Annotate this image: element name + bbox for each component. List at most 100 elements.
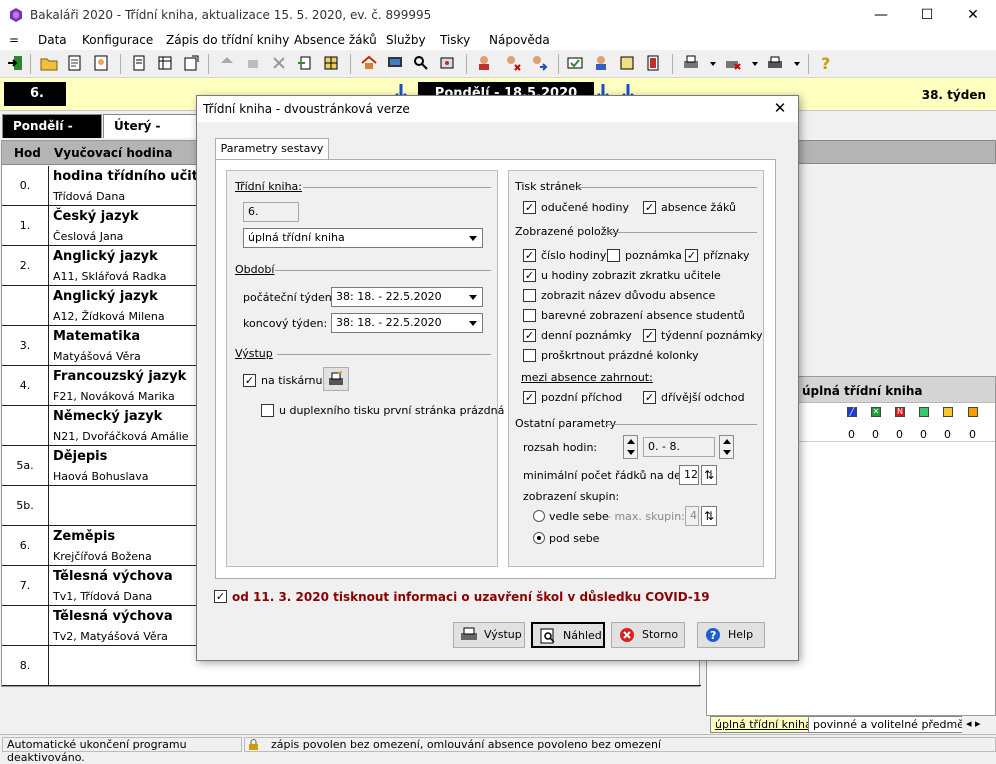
- vedle-sebe-radio[interactable]: [533, 510, 545, 522]
- help-question-icon[interactable]: ?: [816, 54, 834, 72]
- notes-icon[interactable]: [618, 54, 636, 72]
- min-radku-updown-icon[interactable]: ⇅: [701, 465, 717, 485]
- menu-sluzby[interactable]: Služby: [386, 33, 426, 47]
- pod-sebe-radio[interactable]: [533, 532, 545, 544]
- lesson-subject: Anglický jazyk: [53, 249, 158, 264]
- menu-napoveda[interactable]: Nápověda: [489, 33, 550, 47]
- lesson-number: [2, 286, 49, 326]
- close-window-button[interactable]: ✕: [950, 0, 996, 31]
- document-edit-icon[interactable]: [66, 54, 84, 72]
- min-radku-field[interactable]: 12: [679, 465, 699, 485]
- lesson-teacher: A12, Žídková Milena: [53, 310, 165, 323]
- rozsah-to-spinner[interactable]: [719, 435, 734, 459]
- menu-absence[interactable]: Absence žáků: [294, 33, 377, 47]
- book-type-select[interactable]: úplná třídní kniha: [243, 228, 483, 248]
- schedule-icon[interactable]: [156, 54, 174, 72]
- tab-monday[interactable]: Pondělí - 18.5.: [2, 114, 102, 155]
- proskrtnout-checkbox[interactable]: [523, 349, 536, 362]
- priznaky-checkbox[interactable]: ✓: [685, 249, 698, 262]
- lesson-number: 5b.: [2, 486, 49, 526]
- absence-checkbox[interactable]: ✓: [643, 201, 656, 214]
- duplex-checkbox[interactable]: [261, 404, 274, 417]
- absence-count: 0: [920, 428, 927, 441]
- tab-povinne-predmety[interactable]: povinné a volitelné předměty: [808, 716, 980, 733]
- open-folder-icon[interactable]: [40, 54, 58, 72]
- maximize-button[interactable]: ☐: [904, 0, 950, 31]
- svg-text:?: ?: [821, 54, 830, 72]
- denni-checkbox[interactable]: ✓: [523, 329, 536, 342]
- menu-zapis[interactable]: Zápis do třídní knihy: [166, 33, 289, 47]
- search-person-icon[interactable]: [412, 54, 430, 72]
- printer-checkbox[interactable]: ✓: [243, 374, 256, 387]
- minimize-button[interactable]: —: [858, 0, 904, 31]
- exit-icon[interactable]: [6, 54, 24, 72]
- class-badge[interactable]: 6.: [4, 82, 66, 106]
- print-delete-icon[interactable]: [724, 54, 742, 72]
- dialog-title: Třídní kniha - dvoustránková verze: [203, 102, 410, 116]
- window-titlebar: Bakaláři 2020 - Třídní kniha, aktualizac…: [0, 0, 996, 31]
- student-remove-icon[interactable]: [504, 54, 522, 72]
- print-delete-dropdown-icon[interactable]: [752, 62, 758, 66]
- grid-icon[interactable]: [322, 54, 340, 72]
- nahled-button[interactable]: Náhled: [531, 622, 605, 648]
- start-week-select[interactable]: 38: 18. - 22.5.2020: [331, 287, 483, 307]
- menu-data[interactable]: Data: [38, 33, 67, 47]
- start-week-label: počáteční týden:: [243, 291, 336, 304]
- report-icon[interactable]: [130, 54, 148, 72]
- export-icon[interactable]: [182, 54, 200, 72]
- covid-checkbox[interactable]: ✓: [214, 590, 227, 603]
- menu-system[interactable]: =: [9, 33, 19, 47]
- home-icon[interactable]: [360, 54, 378, 72]
- tab-uplna-kniha[interactable]: úplná třídní kniha: [710, 716, 817, 733]
- storno-button[interactable]: Storno: [611, 622, 685, 648]
- monitor-icon[interactable]: [386, 54, 404, 72]
- absence-type-swatch: [943, 407, 953, 417]
- end-week-select[interactable]: 38: 18. - 22.5.2020: [331, 313, 483, 333]
- help-button[interactable]: ? Help: [697, 622, 765, 648]
- section-trid-kniha: Třídní kniha:: [235, 180, 303, 193]
- cislo-hodiny-label: číslo hodiny: [541, 249, 607, 262]
- dialog-close-button[interactable]: ✕: [765, 98, 795, 120]
- cislo-hodiny-checkbox[interactable]: ✓: [523, 249, 536, 262]
- classroom-icon[interactable]: [438, 54, 456, 72]
- pozdni-checkbox[interactable]: ✓: [523, 391, 536, 404]
- barevne-checkbox[interactable]: [523, 309, 536, 322]
- chevron-down-icon[interactable]: [465, 315, 481, 331]
- rozsah-from-spinner[interactable]: [623, 435, 638, 459]
- door-icon[interactable]: [644, 54, 662, 72]
- tab-scroll-arrows[interactable]: ◂ ▸: [962, 716, 985, 733]
- lesson-teacher: Tv2, Matyášová Věra: [53, 630, 168, 643]
- end-week-label: koncový týden:: [243, 317, 328, 330]
- menu-konfigurace[interactable]: Konfigurace: [82, 33, 153, 47]
- print-options-icon[interactable]: [682, 54, 700, 72]
- chevron-down-icon[interactable]: [465, 230, 481, 246]
- vedle-sebe-label: vedle sebe: [549, 510, 609, 523]
- student-icon[interactable]: [476, 54, 494, 72]
- vystup-button[interactable]: Výstup: [453, 622, 525, 648]
- student-transfer-icon[interactable]: [530, 54, 548, 72]
- poznamka-checkbox[interactable]: [607, 249, 620, 262]
- tab-tuesday[interactable]: Úterý - 19.5.: [103, 114, 197, 155]
- drivejsi-checkbox[interactable]: ✓: [643, 391, 656, 404]
- section-ostatni: Ostatní parametry: [515, 417, 617, 430]
- printer-setup-button[interactable]: [323, 367, 349, 391]
- class-book-icon[interactable]: [92, 54, 110, 72]
- app-logo-icon: [10, 8, 22, 22]
- absence-count: 0: [944, 428, 951, 441]
- zkratka-checkbox[interactable]: ✓: [523, 269, 536, 282]
- chevron-down-icon[interactable]: [465, 289, 481, 305]
- print-options-dropdown-icon[interactable]: [710, 62, 716, 66]
- import-icon[interactable]: [296, 54, 314, 72]
- tydenni-checkbox[interactable]: ✓: [643, 329, 656, 342]
- menu-tisky[interactable]: Tisky: [440, 33, 470, 47]
- nazev-duvodu-checkbox[interactable]: [523, 289, 536, 302]
- teacher-icon[interactable]: [592, 54, 610, 72]
- tab-parametry-sestavy[interactable]: Parametry sestavy: [215, 138, 329, 160]
- lesson-teacher: Třídová Dana: [53, 190, 126, 203]
- printer-dropdown-icon[interactable]: [794, 62, 800, 66]
- check-list-icon[interactable]: [566, 54, 584, 72]
- printer-label: na tiskárnu: [261, 374, 323, 387]
- lesson-subject: Německý jazyk: [53, 409, 163, 424]
- printer-icon[interactable]: [766, 54, 784, 72]
- odu-hodiny-checkbox[interactable]: ✓: [523, 201, 536, 214]
